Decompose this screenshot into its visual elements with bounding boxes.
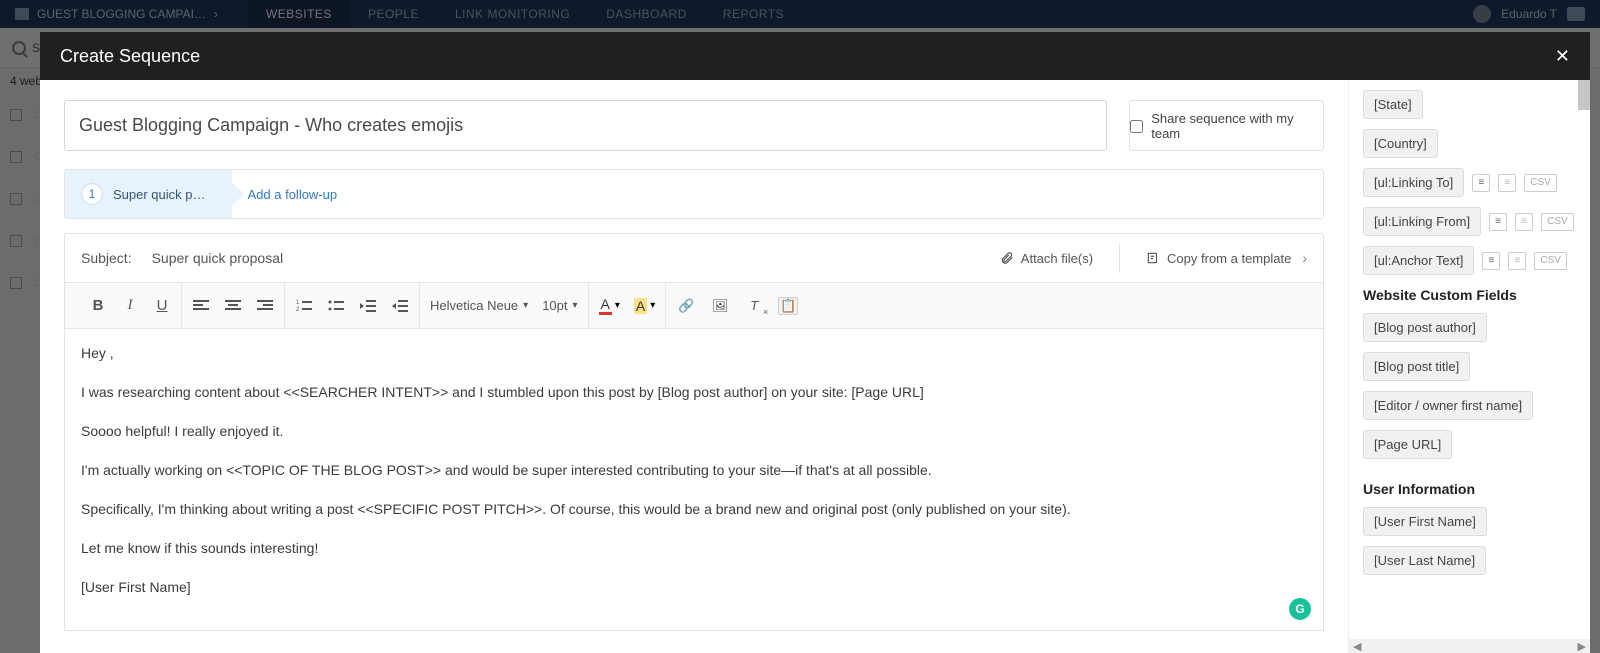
list-alt-icon[interactable]: ≡	[1508, 252, 1526, 270]
merge-tag-linking-from[interactable]: [ul:Linking From]	[1363, 207, 1481, 236]
share-label: Share sequence with my team	[1151, 111, 1323, 141]
ordered-list-button[interactable]: 12	[295, 294, 313, 318]
paperclip-icon	[1000, 251, 1014, 265]
merge-tag-blog-author[interactable]: [Blog post author]	[1363, 313, 1487, 342]
attach-files-button[interactable]: Attach file(s)	[1000, 251, 1093, 266]
subject-row: Subject: Super quick proposal Attach fil…	[64, 233, 1324, 283]
sequence-steps: 1 Super quick p… Add a follow-up	[64, 169, 1324, 219]
body-line: [User First Name]	[81, 577, 1307, 598]
list-alt-icon[interactable]: ≡	[1515, 213, 1533, 231]
indent-button[interactable]	[391, 294, 409, 318]
merge-tag-user-first[interactable]: [User First Name]	[1363, 507, 1487, 536]
template-icon	[1146, 251, 1160, 265]
clear-formatting-button[interactable]	[744, 297, 764, 315]
scroll-left-icon[interactable]: ◀	[1349, 640, 1365, 653]
merge-tag-anchor-text[interactable]: [ul:Anchor Text]	[1363, 246, 1474, 275]
horizontal-scrollbar[interactable]: ◀▶	[1349, 639, 1590, 653]
add-followup-button[interactable]: Add a follow-up	[232, 170, 364, 218]
caret-down-icon: ▾	[573, 300, 578, 311]
csv-button[interactable]: CSV	[1524, 174, 1557, 192]
scrollbar-thumb[interactable]	[1578, 80, 1590, 110]
step-number: 1	[81, 183, 103, 205]
list-icon[interactable]: ≡	[1482, 252, 1500, 270]
merge-tag-panel: [State] [Country] [ul:Linking To] ≡ ≡ CS…	[1348, 80, 1590, 653]
csv-button[interactable]: CSV	[1541, 213, 1574, 231]
sequence-name-input[interactable]	[64, 100, 1107, 151]
merge-tag-blog-title[interactable]: [Blog post title]	[1363, 352, 1470, 381]
modal-header: Create Sequence ✕	[40, 32, 1590, 80]
website-fields-heading: Website Custom Fields	[1363, 287, 1576, 303]
underline-button[interactable]: U	[153, 294, 171, 318]
align-right-button[interactable]	[256, 294, 274, 318]
email-body-editor[interactable]: Hey , I was researching content about <<…	[64, 329, 1324, 631]
paste-button[interactable]	[778, 297, 798, 315]
chevron-right-icon: ›	[1302, 250, 1307, 266]
align-left-button[interactable]	[192, 294, 210, 318]
merge-tag-editor-name[interactable]: [Editor / owner first name]	[1363, 391, 1533, 420]
share-checkbox[interactable]	[1130, 120, 1143, 133]
body-line: Let me know if this sounds interesting!	[81, 538, 1307, 559]
svg-text:2: 2	[296, 307, 300, 313]
outdent-button[interactable]	[359, 294, 377, 318]
align-center-button[interactable]	[224, 294, 242, 318]
merge-tag-linking-to[interactable]: [ul:Linking To]	[1363, 168, 1464, 197]
grammarly-icon[interactable]: G	[1289, 598, 1311, 620]
subject-label: Subject:	[81, 250, 132, 266]
insert-link-button[interactable]	[676, 297, 696, 315]
modal-title: Create Sequence	[60, 46, 200, 67]
list-icon[interactable]: ≡	[1472, 174, 1490, 192]
text-color-button[interactable]: A▾	[599, 296, 620, 315]
editor-toolbar: B I U 12 Helvetica Neue▾ 10pt▾	[64, 283, 1324, 329]
unordered-list-button[interactable]	[327, 294, 345, 318]
merge-tag-country[interactable]: [Country]	[1363, 129, 1438, 158]
share-sequence-checkbox[interactable]: Share sequence with my team	[1129, 100, 1324, 151]
font-family-dropdown[interactable]: Helvetica Neue▾	[430, 298, 528, 313]
subject-input[interactable]: Super quick proposal	[152, 250, 980, 266]
scroll-right-icon[interactable]: ▶	[1574, 640, 1590, 653]
caret-down-icon: ▾	[523, 300, 528, 311]
merge-tag-page-url[interactable]: [Page URL]	[1363, 430, 1452, 459]
bold-button[interactable]: B	[89, 294, 107, 318]
svg-text:1: 1	[296, 300, 300, 306]
insert-image-button[interactable]	[710, 297, 730, 315]
copy-from-template-button[interactable]: Copy from a template ›	[1146, 250, 1307, 266]
add-followup-label: Add a follow-up	[248, 187, 338, 202]
list-alt-icon[interactable]: ≡	[1498, 174, 1516, 192]
caret-down-icon: ▾	[615, 300, 620, 311]
csv-button[interactable]: CSV	[1534, 252, 1567, 270]
italic-button[interactable]: I	[121, 294, 139, 318]
modal-left-pane: Share sequence with my team 1 Super quic…	[40, 80, 1348, 653]
body-line: Soooo helpful! I really enjoyed it.	[81, 421, 1307, 442]
merge-tag-state[interactable]: [State]	[1363, 90, 1423, 119]
user-info-heading: User Information	[1363, 481, 1576, 497]
caret-down-icon: ▾	[650, 300, 655, 311]
body-line: Hey ,	[81, 343, 1307, 364]
close-icon[interactable]: ✕	[1555, 47, 1570, 65]
list-icon[interactable]: ≡	[1489, 213, 1507, 231]
highlight-color-button[interactable]: A▾	[634, 298, 655, 314]
create-sequence-modal: Create Sequence ✕ Share sequence with my…	[40, 32, 1590, 653]
body-line: I was researching content about <<SEARCH…	[81, 382, 1307, 403]
step-1[interactable]: 1 Super quick p…	[65, 170, 232, 218]
body-line: Specifically, I'm thinking about writing…	[81, 499, 1307, 520]
step-label: Super quick p…	[113, 187, 206, 202]
merge-tag-user-last[interactable]: [User Last Name]	[1363, 546, 1486, 575]
body-line: I'm actually working on <<TOPIC OF THE B…	[81, 460, 1307, 481]
font-size-dropdown[interactable]: 10pt▾	[542, 298, 577, 313]
